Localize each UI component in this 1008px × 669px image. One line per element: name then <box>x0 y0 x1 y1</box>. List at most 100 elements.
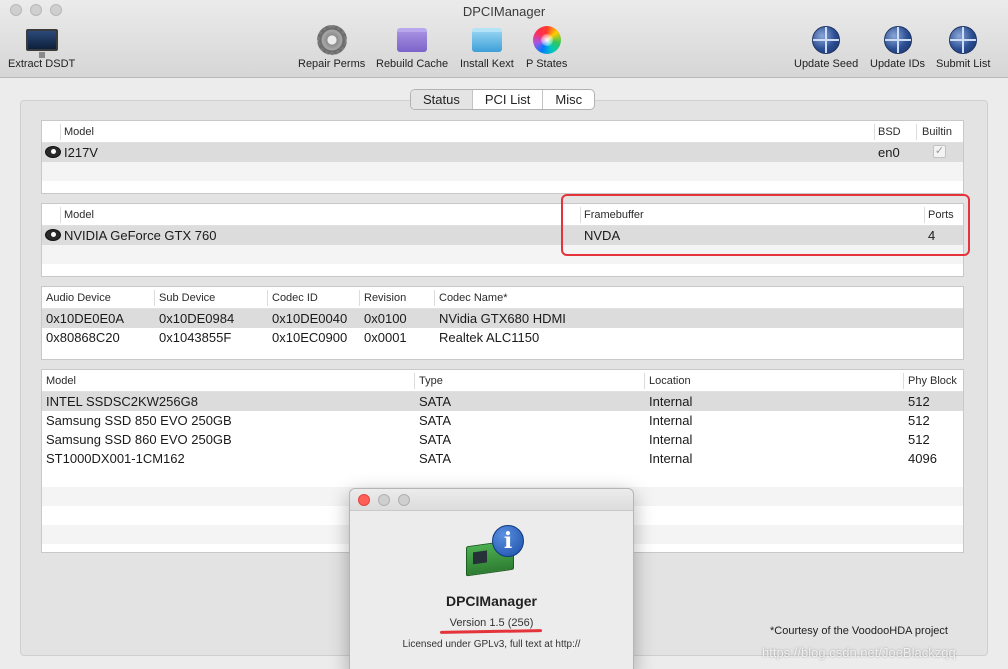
window-title: DPCIManager <box>462 4 546 19</box>
watermark: https://blog.csdn.net/JoeBlackzqq <box>762 645 956 660</box>
revision-cell: 0x0100 <box>364 311 407 326</box>
eye-icon[interactable] <box>45 146 61 158</box>
codec-id-cell: 0x10EC0900 <box>272 330 348 345</box>
column-type[interactable]: Type <box>419 375 443 387</box>
globe-icon <box>883 26 912 54</box>
repair-perms-button[interactable]: Repair Perms <box>298 24 365 70</box>
disk-block-cell: 512 <box>908 413 930 428</box>
install-kext-label: Install Kext <box>460 58 514 70</box>
tab-bar: Status PCI List Misc <box>410 89 596 110</box>
codec-name-cell: Realtek ALC1150 <box>439 330 540 345</box>
disk-model-cell: ST1000DX001-1CM162 <box>46 451 185 466</box>
license-text: Licensed under GPLv3, full text at http:… <box>402 639 581 650</box>
column-model[interactable]: Model <box>64 126 94 138</box>
version-underline <box>439 629 543 634</box>
table-header: Model BSD Builtin <box>42 121 963 143</box>
audio-device-cell: 0x10DE0E0A <box>46 311 125 326</box>
column-model[interactable]: Model <box>46 375 76 387</box>
audio-table: Audio Device Sub Device Codec ID Revisio… <box>41 286 964 360</box>
submit-list-button[interactable]: Submit List <box>936 24 990 70</box>
update-ids-label: Update IDs <box>870 58 926 70</box>
disk-location-cell: Internal <box>649 451 693 466</box>
repair-perms-label: Repair Perms <box>298 58 366 70</box>
tab-status[interactable]: Status <box>411 90 473 109</box>
color-wheel-icon <box>532 26 561 54</box>
rebuild-cache-label: Rebuild Cache <box>376 58 449 70</box>
dialog-titlebar <box>350 489 633 511</box>
column-model[interactable]: Model <box>64 209 94 221</box>
column-phy-block[interactable]: Phy Block <box>908 375 957 387</box>
eye-icon[interactable] <box>45 229 61 241</box>
table-row[interactable]: ST1000DX001-1CM162 SATA Internal 4096 <box>42 449 963 468</box>
column-bsd[interactable]: BSD <box>878 126 901 138</box>
table-header: Model Type Location Phy Block <box>42 370 963 392</box>
column-codec-name[interactable]: Codec Name* <box>439 292 507 304</box>
install-kext-button[interactable]: Install Kext <box>460 24 514 70</box>
audio-device-cell: 0x80868C20 <box>46 330 120 345</box>
empty-row <box>42 162 963 181</box>
column-builtin[interactable]: Builtin <box>922 126 952 138</box>
table-row[interactable]: I217V en0 ✓ <box>42 143 963 162</box>
disk-model-cell: Samsung SSD 860 EVO 250GB <box>46 432 232 447</box>
disk-type-cell: SATA <box>419 413 452 428</box>
table-header: Audio Device Sub Device Codec ID Revisio… <box>42 287 963 309</box>
gear-icon <box>316 25 347 55</box>
column-location[interactable]: Location <box>649 375 691 387</box>
globe-icon <box>949 26 978 54</box>
codec-name-cell: NVidia GTX680 HDMI <box>439 311 566 326</box>
sub-device-cell: 0x1043855F <box>159 330 232 345</box>
kext-folder-icon <box>471 28 502 52</box>
sub-device-cell: 0x10DE0984 <box>159 311 235 326</box>
column-revision[interactable]: Revision <box>364 292 406 304</box>
builtin-checkbox[interactable]: ✓ <box>933 145 946 158</box>
app-version: Version 1.5 (256) <box>449 617 534 629</box>
dialog-close-button[interactable] <box>358 494 370 506</box>
disk-type-cell: SATA <box>419 394 452 409</box>
table-row[interactable]: Samsung SSD 860 EVO 250GB SATA Internal … <box>42 430 963 449</box>
disk-block-cell: 512 <box>908 394 930 409</box>
app-window: DPCIManager Extract DSDT Repair Perms Re… <box>0 0 1008 669</box>
network-table: Model BSD Builtin I217V en0 ✓ <box>41 120 964 194</box>
rebuild-cache-button[interactable]: Rebuild Cache <box>376 24 448 70</box>
disk-block-cell: 512 <box>908 432 930 447</box>
table-row[interactable]: INTEL SSDSC2KW256G8 SATA Internal 512 <box>42 392 963 411</box>
toolbar: DPCIManager Extract DSDT Repair Perms Re… <box>0 0 1008 78</box>
extract-dsdt-button[interactable]: Extract DSDT <box>8 24 75 70</box>
submit-list-label: Submit List <box>936 58 991 70</box>
tab-pci-list[interactable]: PCI List <box>473 90 544 109</box>
disk-model-cell: Samsung SSD 850 EVO 250GB <box>46 413 232 428</box>
update-ids-button[interactable]: Update IDs <box>870 24 925 70</box>
update-seed-label: Update Seed <box>794 58 859 70</box>
column-sub-device[interactable]: Sub Device <box>159 292 215 304</box>
table-row[interactable]: Samsung SSD 850 EVO 250GB SATA Internal … <box>42 411 963 430</box>
info-icon: i <box>492 525 524 557</box>
column-audio-device[interactable]: Audio Device <box>46 292 111 304</box>
p-states-button[interactable]: P States <box>526 24 567 70</box>
disk-block-cell: 4096 <box>908 451 937 466</box>
disk-location-cell: Internal <box>649 432 693 447</box>
empty-row <box>42 468 963 487</box>
globe-icon <box>812 26 841 54</box>
utilities-folder-icon <box>397 28 428 52</box>
monitor-icon <box>25 29 58 58</box>
table-row[interactable]: 0x80868C20 0x1043855F 0x10EC0900 0x0001 … <box>42 328 963 347</box>
extract-dsdt-label: Extract DSDT <box>8 58 76 70</box>
codec-id-cell: 0x10DE0040 <box>272 311 348 326</box>
network-model-cell: I217V <box>64 145 98 160</box>
dialog-window-controls <box>358 494 410 506</box>
tab-misc[interactable]: Misc <box>543 90 594 109</box>
disk-type-cell: SATA <box>419 451 452 466</box>
dialog-zoom-button <box>398 494 410 506</box>
disk-location-cell: Internal <box>649 394 693 409</box>
update-seed-button[interactable]: Update Seed <box>794 24 858 70</box>
disk-type-cell: SATA <box>419 432 452 447</box>
table-row[interactable]: 0x10DE0E0A 0x10DE0984 0x10DE0040 0x0100 … <box>42 309 963 328</box>
about-dialog: i DPCIManager Version 1.5 (256) Licensed… <box>349 488 634 669</box>
app-name: DPCIManager <box>445 593 538 609</box>
courtesy-note: *Courtesy of the VoodooHDA project <box>770 625 948 637</box>
revision-cell: 0x0001 <box>364 330 407 345</box>
column-codec-id[interactable]: Codec ID <box>272 292 318 304</box>
p-states-label: P States <box>526 58 568 70</box>
framebuffer-highlight <box>561 194 970 256</box>
disk-location-cell: Internal <box>649 413 693 428</box>
